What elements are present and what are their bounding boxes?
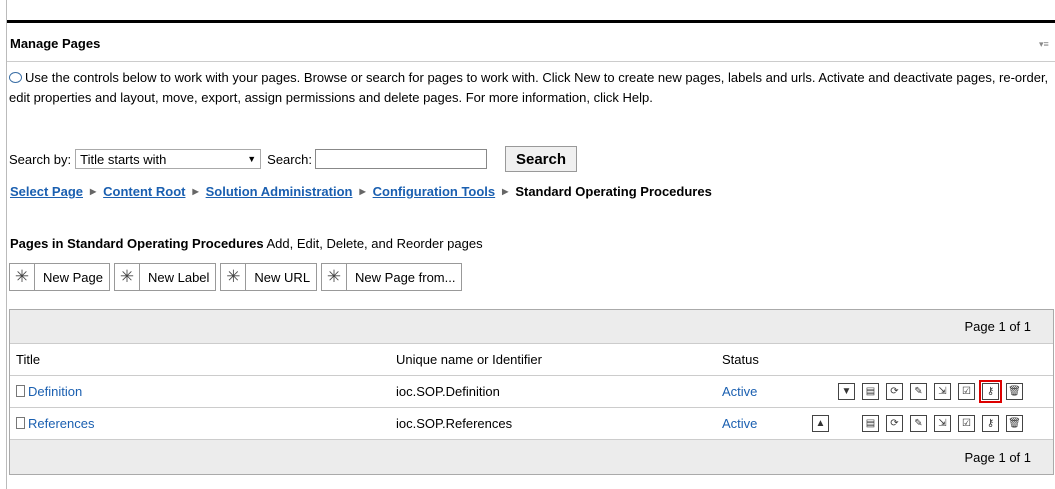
row-status-link[interactable]: Active bbox=[722, 416, 757, 431]
edit-icon[interactable]: ✎ bbox=[910, 383, 927, 400]
search-by-label: Search by: bbox=[9, 151, 72, 167]
move-up-icon[interactable]: ▲ bbox=[812, 415, 829, 432]
description-text: Use the controls below to work with your… bbox=[9, 70, 1049, 105]
permissions-key-icon[interactable]: ⚷ bbox=[982, 415, 999, 432]
header-title: Title bbox=[16, 352, 41, 367]
pages-in-heading: Pages in Standard Operating Procedures A… bbox=[10, 236, 483, 251]
breadcrumb: Select Page ▶ Content Root ▶ Solution Ad… bbox=[10, 184, 712, 199]
header-status: Status bbox=[722, 352, 759, 367]
breadcrumb-current: Standard Operating Procedures bbox=[515, 184, 712, 199]
pages-in-suffix: Add, Edit, Delete, and Reorder pages bbox=[266, 236, 483, 251]
header-identifier: Unique name or Identifier bbox=[396, 352, 542, 367]
breadcrumb-arrow-icon: ▶ bbox=[192, 187, 199, 196]
top-border bbox=[7, 20, 1055, 23]
chevron-down-icon: ▼ bbox=[247, 154, 257, 164]
portlet-menu-icon[interactable]: ▾≡ bbox=[1039, 39, 1049, 50]
export-icon[interactable]: ⇲ bbox=[934, 383, 951, 400]
row-identifier: ioc.SOP.References bbox=[396, 416, 513, 431]
new-label-label: New Label bbox=[147, 269, 210, 285]
new-star-icon: ✳ bbox=[115, 264, 140, 290]
properties-icon[interactable]: ▤ bbox=[862, 383, 879, 400]
new-page-from-button[interactable]: ✳ New Page from... bbox=[321, 263, 463, 291]
new-buttons: ✳ New Page ✳ New Label ✳ New URL ✳ New Page … bbox=[9, 263, 463, 291]
search-label: Search: bbox=[267, 151, 312, 167]
divider bbox=[7, 61, 1055, 62]
breadcrumb-content-root[interactable]: Content Root bbox=[103, 184, 185, 199]
row-status-link[interactable]: Active bbox=[722, 384, 757, 399]
breadcrumb-arrow-icon: ▶ bbox=[502, 187, 509, 196]
pages-table: Page 1 of 1 Title Unique name or Identif… bbox=[9, 309, 1054, 475]
search-row: Search by: Title starts with ▼ Search: S… bbox=[9, 146, 578, 172]
pages-in-prefix: Pages in bbox=[10, 236, 64, 251]
row-actions: ▼ ▤ ⟳ ✎ ⇲ ☑ ⚷ 🗑 bbox=[808, 376, 1048, 407]
row-actions: ▲ ▤ ⟳ ✎ ⇲ ☑ ⚷ 🗑 bbox=[808, 408, 1048, 439]
new-label-button[interactable]: ✳ New Label bbox=[113, 263, 217, 291]
row-title-link[interactable]: Definition bbox=[28, 384, 82, 399]
table-header: Title Unique name or Identifier Status bbox=[10, 344, 1053, 376]
export-icon[interactable]: ⇲ bbox=[934, 415, 951, 432]
delete-icon[interactable]: 🗑 bbox=[1006, 383, 1023, 400]
new-star-icon: ✳ bbox=[322, 264, 348, 290]
table-row: Definition ioc.SOP.Definition Active ▼ ▤… bbox=[10, 376, 1053, 408]
permissions-key-icon[interactable]: ⚷ bbox=[979, 380, 1002, 403]
breadcrumb-solution-administration[interactable]: Solution Administration bbox=[206, 184, 353, 199]
new-page-label: New Page bbox=[43, 269, 103, 285]
pager-top: Page 1 of 1 bbox=[10, 310, 1053, 344]
search-by-select[interactable]: Title starts with ▼ bbox=[75, 149, 262, 169]
search-input[interactable] bbox=[314, 149, 487, 169]
row-identifier: ioc.SOP.Definition bbox=[396, 384, 500, 399]
page-icon bbox=[16, 417, 25, 429]
new-star-icon: ✳ bbox=[221, 264, 247, 290]
move-down-icon[interactable]: ▼ bbox=[838, 383, 855, 400]
new-url-label: New URL bbox=[254, 269, 311, 285]
help-bubble-icon bbox=[9, 72, 22, 83]
search-button[interactable]: Search bbox=[504, 146, 578, 172]
table-row: References ioc.SOP.References Active ▲ ▤… bbox=[10, 408, 1053, 440]
properties-icon[interactable]: ▤ bbox=[862, 415, 879, 432]
breadcrumb-arrow-icon: ▶ bbox=[359, 187, 366, 196]
refresh-icon[interactable]: ⟳ bbox=[886, 383, 903, 400]
breadcrumb-arrow-icon: ▶ bbox=[90, 187, 97, 196]
activate-icon[interactable]: ☑ bbox=[958, 383, 975, 400]
row-title-link[interactable]: References bbox=[28, 416, 94, 431]
search-by-value: Title starts with bbox=[80, 151, 167, 167]
page-icon bbox=[16, 385, 25, 397]
new-url-button[interactable]: ✳ New URL bbox=[220, 263, 318, 291]
breadcrumb-select-page[interactable]: Select Page bbox=[10, 184, 83, 199]
description: Use the controls below to work with your… bbox=[9, 68, 1049, 108]
pager-bottom: Page 1 of 1 bbox=[10, 440, 1053, 474]
edit-icon[interactable]: ✎ bbox=[910, 415, 927, 432]
portlet-title: Manage Pages bbox=[10, 36, 101, 51]
refresh-icon[interactable]: ⟳ bbox=[886, 415, 903, 432]
manage-pages-portlet: Manage Pages ▾≡ Use the controls below t… bbox=[6, 0, 1055, 489]
new-page-button[interactable]: ✳ New Page bbox=[9, 263, 110, 291]
delete-icon[interactable]: 🗑 bbox=[1006, 415, 1023, 432]
activate-icon[interactable]: ☑ bbox=[958, 415, 975, 432]
new-star-icon: ✳ bbox=[10, 264, 35, 290]
pages-in-name: Standard Operating Procedures bbox=[67, 236, 264, 251]
breadcrumb-configuration-tools[interactable]: Configuration Tools bbox=[373, 184, 496, 199]
new-page-from-label: New Page from... bbox=[355, 269, 456, 285]
